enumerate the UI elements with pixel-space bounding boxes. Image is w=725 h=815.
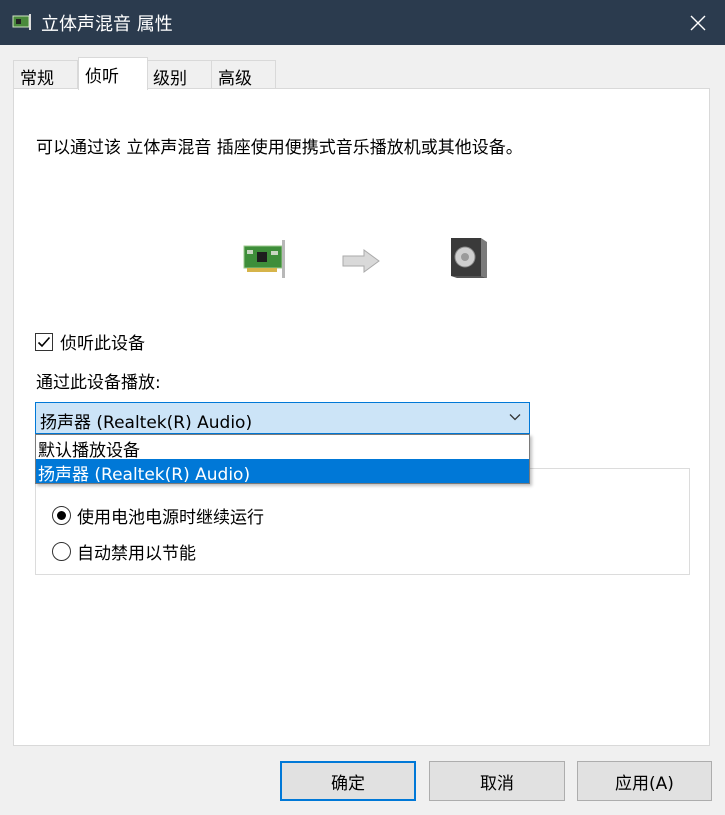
power-option-continue[interactable]: 使用电池电源时继续运行 — [52, 503, 264, 528]
apply-button[interactable]: 应用(A) — [577, 761, 712, 801]
radio-continue-on-battery[interactable] — [52, 506, 71, 525]
power-option-label: 自动禁用以节能 — [77, 544, 196, 564]
tab-general[interactable]: 常规 — [13, 60, 78, 89]
listbox-option-default[interactable]: 默认播放设备 — [36, 435, 529, 461]
close-button[interactable] — [671, 0, 725, 45]
radio-auto-disable[interactable] — [52, 542, 71, 561]
tab-advanced[interactable]: 高级 — [211, 60, 276, 89]
sound-card-icon — [243, 240, 285, 278]
power-option-disable[interactable]: 自动禁用以节能 — [52, 539, 196, 564]
cancel-button[interactable]: 取消 — [429, 761, 565, 801]
listen-description: 可以通过该 立体声混音 插座使用便携式音乐播放机或其他设备。 — [36, 138, 523, 158]
chevron-down-icon — [509, 414, 521, 421]
playback-device-label: 通过此设备播放: — [36, 373, 161, 393]
playback-device-select[interactable]: 扬声器 (Realtek(R) Audio) — [35, 402, 530, 434]
listen-checkbox[interactable] — [35, 332, 53, 351]
playback-device-listbox: 默认播放设备 扬声器 (Realtek(R) Audio) — [35, 434, 530, 485]
ok-button[interactable]: 确定 — [280, 761, 416, 801]
close-icon — [690, 15, 706, 30]
speaker-icon — [451, 238, 487, 278]
checkmark-icon — [37, 336, 51, 347]
listbox-option-speakers[interactable]: 扬声器 (Realtek(R) Audio) — [36, 459, 529, 485]
sound-card-icon — [12, 14, 31, 30]
listen-checkbox-label: 侦听此设备 — [60, 334, 145, 354]
arrow-right-icon — [342, 249, 380, 273]
playback-device-value: 扬声器 (Realtek(R) Audio) — [40, 413, 253, 433]
tab-levels[interactable]: 级别 — [146, 60, 212, 89]
power-option-label: 使用电池电源时继续运行 — [77, 508, 264, 528]
title-bar: 立体声混音 属性 — [0, 0, 725, 45]
listen-checkbox-row[interactable]: 侦听此设备 — [35, 329, 145, 354]
window-title: 立体声混音 属性 — [41, 14, 173, 35]
tab-strip: 常规 侦听 级别 高级 — [0, 57, 725, 90]
tab-listen[interactable]: 侦听 — [78, 57, 148, 90]
